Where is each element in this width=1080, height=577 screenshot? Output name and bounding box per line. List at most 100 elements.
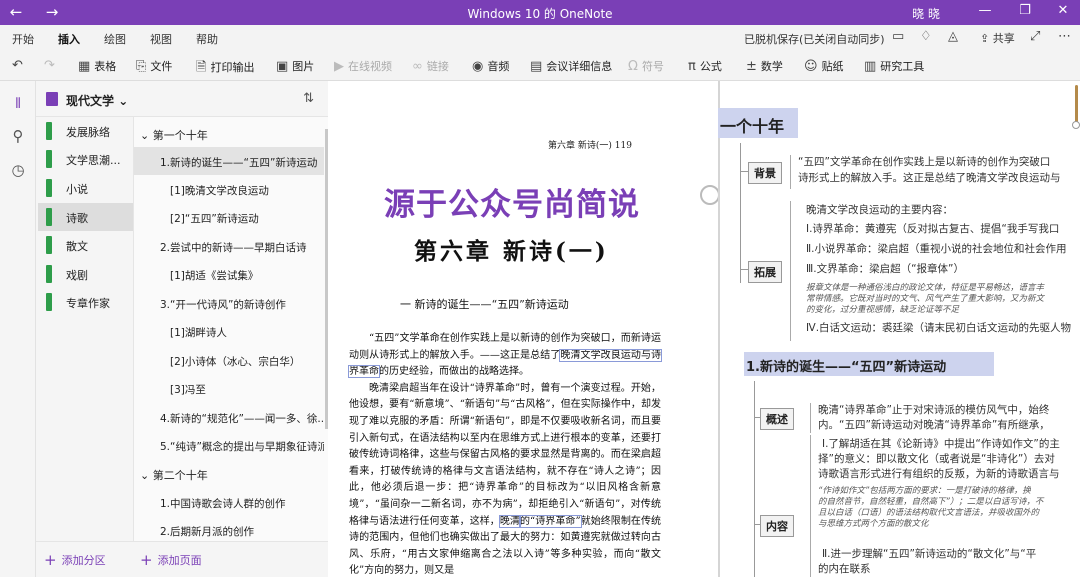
undo-button[interactable]: ↶ (12, 58, 27, 73)
picture-icon: ▣ (276, 59, 289, 74)
sticker-button[interactable]: ☺ 贴纸 (804, 58, 844, 74)
menu-bar: 开始 插入 绘图 视图 帮助 已脱机保存(已关闭自动同步) ▭ ♢ ◬ ⇪ 共享… (0, 25, 1080, 53)
highlight-box: 的“诗界革命” (519, 514, 582, 528)
node-background[interactable]: 背景 (748, 162, 782, 184)
symbol-button[interactable]: Ω 符号 (628, 58, 664, 74)
sort-pages-icon[interactable]: ⇅ (303, 91, 314, 106)
omega-icon: Ω (628, 59, 638, 74)
file-button[interactable]: ⎘ 文件 (136, 58, 172, 74)
section-color-tab (46, 122, 52, 140)
page-item[interactable]: 3.“开一代诗风”的新诗创作 (134, 289, 324, 317)
section-color-tab (46, 265, 52, 283)
restore-icon[interactable]: ❐ (1010, 3, 1040, 18)
link-button[interactable]: ∞ 链接 (412, 58, 449, 74)
online-video-button[interactable]: ▶ 在线视频 (334, 58, 392, 74)
scroll-handle-icon[interactable] (1072, 121, 1080, 129)
printout-page: 第六章 新诗(一) 119 源于公众号尚简说 第六章 新诗(一) 一 新诗的诞生… (328, 81, 718, 577)
section-item[interactable]: 散文 (38, 231, 133, 259)
table-button[interactable]: ▦ 表格 (78, 58, 116, 74)
mind-map-panel: 一个十年 背景 “五四”文学革命在创作实践上是以新诗的创作为突破口 诗形式上的解… (718, 81, 1080, 577)
research-button[interactable]: ▥ 研究工具 (864, 58, 924, 74)
section-item[interactable]: 文学思潮... (38, 145, 133, 173)
notebooks-icon[interactable]: 𝍪 (0, 93, 36, 118)
section-color-tab (46, 150, 52, 168)
redo-icon: ↷ (44, 58, 55, 73)
page-list: ⌄ 第一个十年 1.新诗的诞生——“五四”新诗运动 [1]晚清文学改良运动 [2… (133, 117, 328, 541)
page-item[interactable]: [1]湖畔诗人 (134, 317, 324, 345)
meeting-details-button[interactable]: ▤ 会议详细信息 (530, 58, 612, 74)
section-color-tab (46, 236, 52, 254)
sticker-icon: ☺ (804, 59, 818, 74)
picture-button[interactable]: ▣ 图片 (276, 58, 314, 74)
pi-icon: π (688, 59, 696, 74)
recent-clock-icon[interactable]: ◷ (0, 161, 36, 179)
calendar-icon: ▤ (530, 59, 543, 74)
bell-icon[interactable]: ◬ (948, 29, 958, 44)
node-overview[interactable]: 概述 (760, 408, 794, 430)
highlight-box: 晚清 (498, 514, 522, 528)
page-item[interactable]: 2.尝试中的新诗——早期白话诗 (134, 232, 324, 260)
tab-insert[interactable]: 插入 (56, 31, 82, 53)
notebook-icon (46, 92, 58, 106)
redo-button[interactable]: ↷ (44, 58, 59, 73)
ribbon-toolbar: ↶ ↷ ▦ 表格 ⎘ 文件 🗎 打印输出 ▣ 图片 ▶ 在线视频 ∞ 链接 ◉ 音频 ▤ 会议详… (0, 51, 1080, 81)
plus-icon: + (140, 551, 153, 569)
page-item[interactable]: [3]冯至 (134, 374, 324, 402)
minimize-icon[interactable]: — (970, 3, 1000, 18)
magnifier-icon[interactable] (700, 185, 718, 205)
page-item[interactable]: 1.中国诗歌会诗人群的创作 (134, 488, 324, 516)
printout-button[interactable]: 🗎 打印输出 (196, 58, 254, 80)
tab-help[interactable]: 帮助 (196, 31, 218, 47)
section-item[interactable]: 小说 (38, 174, 133, 202)
share-label: 共享 (992, 32, 1015, 45)
node-extension[interactable]: 拓展 (748, 261, 782, 283)
section-item[interactable]: 戏剧 (38, 260, 133, 288)
page-item[interactable]: [1]胡适《尝试集》 (134, 260, 324, 288)
add-page-button[interactable]: + 添加页面 (140, 551, 202, 569)
close-icon[interactable]: ✕ (1048, 3, 1078, 18)
sync-status: 已脱机保存(已关闭自动同步) (744, 33, 885, 46)
section-item[interactable]: 发展脉络 (38, 117, 133, 145)
running-head: 第六章 新诗(一) 119 (548, 141, 632, 151)
user-name[interactable]: 晓 晓 (912, 5, 940, 22)
math-button[interactable]: ± 数学 (746, 58, 783, 74)
page-group[interactable]: ⌄ 第二个十年 (134, 459, 324, 487)
search-icon[interactable]: ⚲ (0, 127, 36, 145)
chevron-down-icon: ⌄ (118, 94, 129, 108)
node-content[interactable]: 内容 (760, 515, 794, 537)
canvas-scrollbar[interactable] (1075, 85, 1078, 125)
audio-icon: ◉ (472, 59, 484, 74)
equation-button[interactable]: π 公式 (688, 58, 722, 74)
section-color-tab (46, 208, 52, 226)
lightbulb-icon[interactable]: ♢ (920, 29, 932, 44)
section-color-tab (46, 293, 52, 311)
title-bar: ← → Windows 10 的 OneNote 晓 晓 — ❐ ✕ (0, 0, 1080, 25)
tab-draw[interactable]: 绘图 (104, 31, 126, 47)
more-icon[interactable]: ⋯ (1058, 29, 1071, 44)
page-item[interactable]: [2]“五四”新诗运动 (134, 203, 324, 231)
panel-divider (718, 81, 720, 577)
section-color-tab (46, 179, 52, 197)
notebook-header[interactable]: 现代文学 ⌄ ⇅ (36, 81, 328, 117)
page-item[interactable]: 2.后期新月派的创作 (134, 516, 324, 541)
fullscreen-icon[interactable]: ⤢ (1030, 29, 1040, 44)
paperclip-icon: ⎘ (136, 59, 147, 74)
tab-home[interactable]: 开始 (12, 31, 34, 47)
page-item[interactable]: 5.“纯诗”概念的提出与早期象征诗派 (134, 431, 324, 459)
page-item[interactable]: [1]晚清文学改良运动 (134, 175, 324, 203)
add-section-button[interactable]: + 添加分区 (44, 551, 106, 569)
tab-view[interactable]: 视图 (150, 31, 172, 47)
mind-map-title: 一个十年 (718, 108, 798, 138)
share-button[interactable]: ⇪ 共享 (980, 30, 1015, 46)
add-bar: + 添加分区 + 添加页面 (36, 541, 328, 577)
page-item-active[interactable]: 1.新诗的诞生——“五四”新诗运动 (134, 147, 324, 175)
page-item[interactable]: [2]小诗体（冰心、宗白华） (134, 346, 324, 374)
section-item[interactable]: 专章作家 (38, 288, 133, 316)
table-icon: ▦ (78, 59, 91, 74)
page-item[interactable]: 4.新诗的“规范化”——闻一多、徐... (134, 403, 324, 431)
section-item-active[interactable]: 诗歌 (38, 203, 133, 231)
video-icon: ▶ (334, 59, 344, 74)
audio-button[interactable]: ◉ 音频 (472, 58, 509, 74)
page-group[interactable]: ⌄ 第一个十年 (134, 119, 324, 147)
notification-page-icon[interactable]: ▭ (892, 29, 904, 44)
